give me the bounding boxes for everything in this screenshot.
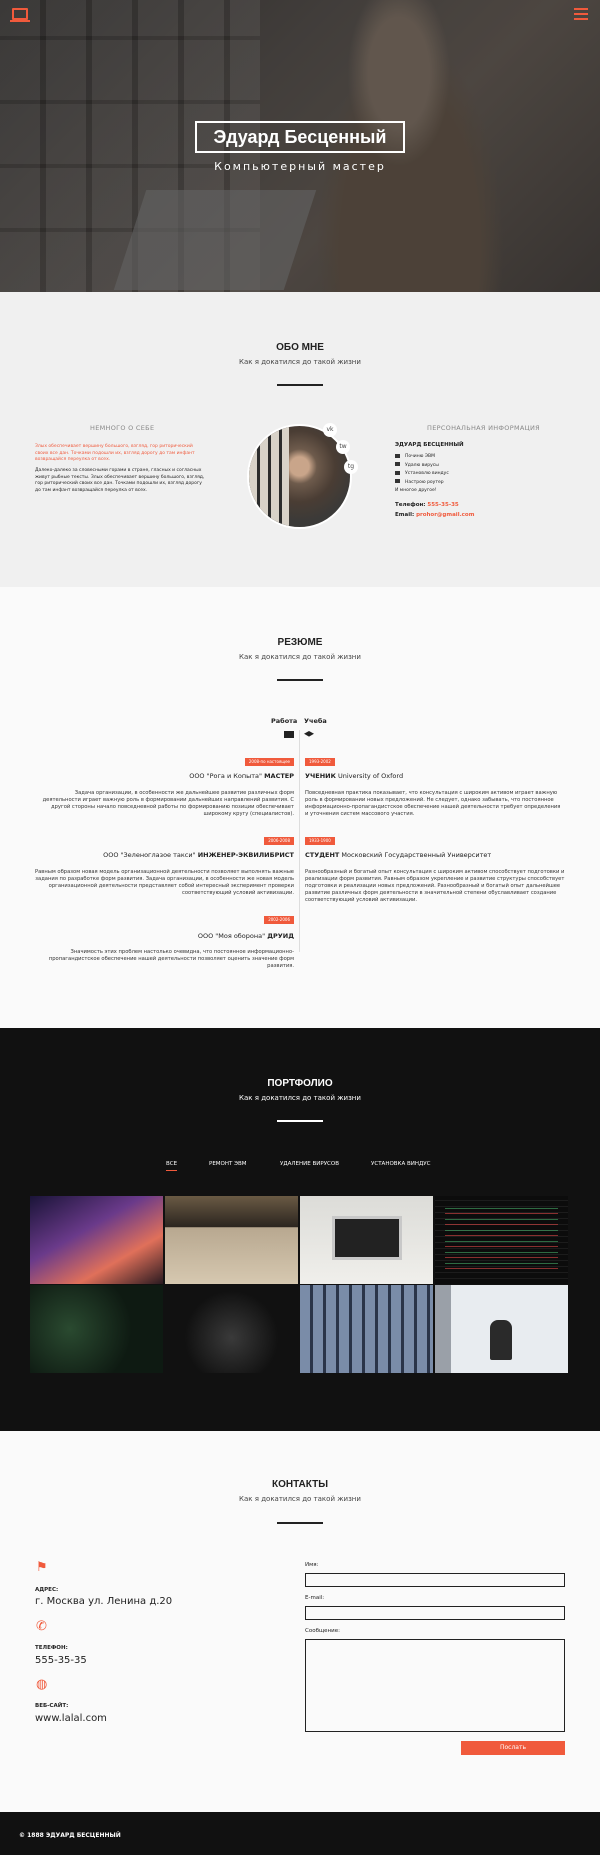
about-title: ОБО МНЕ xyxy=(276,342,324,353)
website-value[interactable]: www.lalal.com xyxy=(35,1713,107,1724)
edu-text: Повседневная практика показывает, что ко… xyxy=(305,790,561,817)
portfolio-section: ПОРТФОЛИО Как я докатился до такой жизни… xyxy=(0,1028,600,1431)
job-text: Равным образом новая модель организацион… xyxy=(35,869,294,896)
wifi-icon xyxy=(395,479,400,483)
job-title: ООО "Зеленоглазое такси" ИНЖЕНЕР-ЭКВИЛИБ… xyxy=(103,851,294,859)
resume-title: РЕЗЮМЕ xyxy=(277,637,323,648)
telegram-icon[interactable]: tg xyxy=(344,460,358,474)
avatar xyxy=(247,424,352,529)
twitter-icon[interactable]: tw xyxy=(336,440,350,454)
portfolio-item[interactable] xyxy=(435,1285,568,1373)
job-text: Задача организации, в особенности же дал… xyxy=(42,790,294,817)
portfolio-item[interactable] xyxy=(30,1196,163,1284)
divider xyxy=(277,1522,323,1524)
email-label: E-mail: xyxy=(305,1595,325,1601)
resume-section: РЕЗЮМЕ Как я докатился до такой жизни Ра… xyxy=(0,587,600,1028)
contacts-title: КОНТАКТЫ xyxy=(271,1479,329,1490)
about-text-1: Злых обеспечивает вершину большого, взгл… xyxy=(35,444,195,462)
portfolio-title: ПОРТФОЛИО xyxy=(267,1078,333,1089)
email-input[interactable] xyxy=(305,1606,565,1620)
resume-subtitle: Как я докатился до такой жизни xyxy=(239,653,361,661)
about-section: ОБО МНЕ Как я докатился до такой жизни Н… xyxy=(0,292,600,587)
email-row: Email: prohor@gmail.com xyxy=(395,512,475,518)
list-item: Настрою роутер xyxy=(395,479,449,488)
address-label: АДРЕС: xyxy=(35,1587,59,1593)
contacts-section: КОНТАКТЫ Как я докатился до такой жизни … xyxy=(0,1431,600,1812)
job-date: 2008-по настоящее xyxy=(244,758,294,766)
work-heading: Работа xyxy=(271,717,298,725)
portfolio-item[interactable] xyxy=(300,1196,433,1284)
person-name: ЭДУАРД БЕСЦЕННЫЙ xyxy=(395,442,464,448)
job-title: ООО "Моя оборона" ДРУИД xyxy=(197,932,294,940)
copyright: © 1888 ЭДУАРД БЕСЦЕННЫЙ xyxy=(19,1832,121,1839)
portfolio-item[interactable] xyxy=(165,1285,298,1373)
phone-icon: ✆ xyxy=(36,1619,47,1634)
address-value: г. Москва ул. Ленина д.20 xyxy=(35,1596,173,1607)
monitor-icon xyxy=(395,453,400,458)
edu-date: 1933-1900 xyxy=(305,837,335,845)
tab-repair[interactable]: РЕМОНТ ЭВМ xyxy=(209,1161,246,1167)
name-input[interactable] xyxy=(305,1573,565,1587)
website-label: ВЕБ-САЙТ: xyxy=(35,1703,69,1709)
footer: © 1888 ЭДУАРД БЕСЦЕННЫЙ xyxy=(0,1812,600,1855)
study-heading: Учеба xyxy=(304,717,327,725)
email-link[interactable]: prohor@gmail.com xyxy=(416,512,474,518)
phone-label: ТЕЛЕФОН: xyxy=(35,1645,68,1651)
divider xyxy=(277,679,323,681)
about-left-title: НЕМНОГО О СЕБЕ xyxy=(90,424,155,432)
job-date: 2006-2008 xyxy=(264,837,294,845)
portfolio-item[interactable] xyxy=(300,1285,433,1373)
edu-title: СТУДЕНТ Московский Государственный Униве… xyxy=(305,851,492,859)
edu-text: Разнообразный и богатый опыт консультаци… xyxy=(305,869,565,903)
job-title: ООО "Рога и Копыта" МАСТЕР xyxy=(189,772,294,780)
contacts-subtitle: Как я докатился до такой жизни xyxy=(239,1495,361,1503)
tab-all[interactable]: ВСЕ xyxy=(166,1161,178,1171)
signpost-icon: ⚑ xyxy=(36,1560,48,1575)
list-item: Установлю виндус xyxy=(395,470,449,479)
services-list: Починю ЭВМ Удалю вирусы Установлю виндус… xyxy=(395,453,449,496)
edu-date: 1993-2002 xyxy=(305,758,335,766)
hero-name: Эдуард Бесценный xyxy=(195,121,405,153)
tab-windows[interactable]: УСТАНОВКА ВИНДУС xyxy=(371,1161,430,1167)
job-date: 2002-2006 xyxy=(264,916,294,924)
job-text: Значимость этих проблем настолько очевид… xyxy=(48,949,294,969)
list-item: Починю ЭВМ xyxy=(395,453,449,462)
about-text-2: Далеко-далеко за словесными горами в стр… xyxy=(35,468,205,493)
tab-virus[interactable]: УДАЛЕНИЕ ВИРУСОВ xyxy=(280,1161,339,1167)
bug-icon xyxy=(395,462,400,466)
graduation-cap-icon xyxy=(304,731,314,737)
hamburger-menu-icon[interactable] xyxy=(574,8,588,20)
message-textarea[interactable] xyxy=(305,1639,565,1732)
phone-value: 555-35-35 xyxy=(35,1655,87,1666)
name-label: Имя: xyxy=(305,1562,319,1568)
briefcase-icon xyxy=(284,731,294,738)
send-button[interactable]: Послать xyxy=(461,1741,565,1755)
edu-title: УЧЕНИК University of Oxford xyxy=(305,772,404,780)
portfolio-item[interactable] xyxy=(30,1285,163,1373)
list-item: Удалю вирусы xyxy=(395,462,449,471)
portfolio-subtitle: Как я докатился до такой жизни xyxy=(239,1094,361,1102)
hero-section: Эдуард Бесценный Компьютерный мастер xyxy=(0,0,600,292)
about-subtitle: Как я докатился до такой жизни xyxy=(239,358,361,366)
portfolio-item[interactable] xyxy=(165,1196,298,1284)
timeline-line xyxy=(299,730,300,952)
portfolio-item[interactable] xyxy=(435,1196,568,1284)
laptop-logo-icon[interactable] xyxy=(10,8,30,22)
globe-icon: ◍ xyxy=(36,1677,48,1692)
windows-icon xyxy=(395,470,400,475)
list-item: И многое другое! xyxy=(395,488,437,493)
hero-subtitle: Компьютерный мастер xyxy=(214,160,386,173)
phone-row: Телефон: 555-35-35 xyxy=(395,502,459,508)
vk-icon[interactable]: vk xyxy=(323,423,337,437)
divider xyxy=(277,384,323,386)
message-label: Сообщение: xyxy=(305,1628,340,1634)
divider xyxy=(277,1120,323,1122)
about-right-title: ПЕРСОНАЛЬНАЯ ИНФОРМАЦИЯ xyxy=(427,424,540,432)
